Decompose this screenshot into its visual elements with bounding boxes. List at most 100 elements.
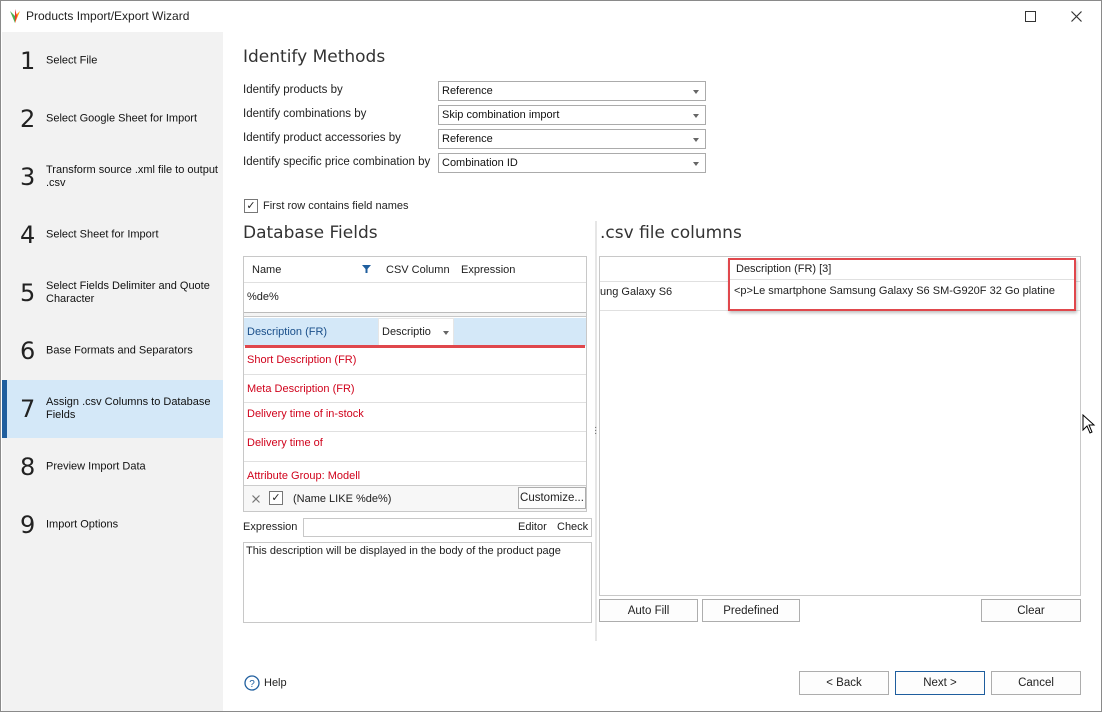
predefined-button[interactable]: Predefined [702,599,800,622]
app-logo-icon [10,9,20,23]
identify-products-value: Reference [442,85,493,97]
step-number: 8 [20,453,36,481]
step-label: Assign .csv Columns to Database Fields [46,396,211,421]
table-row[interactable]: Description (FR) Descriptio [244,318,586,346]
close-button[interactable] [1053,1,1099,32]
auto-fill-button[interactable]: Auto Fill [599,599,698,622]
dropdown-arrow-icon [693,162,699,166]
step-number: 9 [20,511,36,539]
filter-text: (Name LIKE %de%) [293,493,392,505]
database-fields-heading: Database Fields [243,223,378,243]
field-name: Meta Description (FR) [247,383,355,395]
highlighted-csv-column[interactable]: Description (FR) [3] <p>Le smartphone Sa… [728,258,1076,311]
step-label: Transform source .xml file to output .cs… [46,164,218,189]
identify-accessories-select[interactable]: Reference [438,129,706,149]
field-name: Description (FR) [247,326,328,338]
filter-value: %de% [247,291,279,303]
filter-enabled-checkbox[interactable]: ✓ [269,491,283,505]
csv-column-select[interactable]: Descriptio [378,318,454,346]
selected-row-highlight [245,345,585,348]
help-icon[interactable]: ? [244,675,260,691]
first-row-label: First row contains field names [263,200,409,212]
identify-combinations-label: Identify combinations by [243,108,367,120]
back-button[interactable]: < Back [799,671,889,695]
table-row[interactable]: Short Description (FR) [244,346,586,375]
field-description-box: This description will be displayed in th… [243,542,592,623]
clear-filter-icon[interactable] [252,495,260,503]
dropdown-arrow-icon [693,90,699,94]
window-title: Products Import/Export Wizard [26,9,190,23]
col-header-name[interactable]: Name [252,264,281,276]
step-delimiter[interactable]: 5 Select Fields Delimiter and Quote Char… [2,264,223,322]
dropdown-arrow-icon [443,331,449,335]
editor-link[interactable]: Editor [518,521,547,533]
step-number: 6 [20,337,36,365]
step-number: 4 [20,221,36,249]
title-bar: Products Import/Export Wizard [1,1,1101,32]
check-link[interactable]: Check [557,521,588,533]
filter-row[interactable]: %de% [244,283,586,313]
help-link[interactable]: Help [264,677,287,689]
filter-separator [244,313,586,317]
csv-left-cell-value: ung Galaxy S6 [600,286,673,298]
database-fields-grid: Name CSV Column Expression %de% Descript… [243,256,587,512]
identify-specific-price-value: Combination ID [442,157,518,169]
splitter-grip-icon[interactable]: · · · [594,423,597,439]
identify-accessories-value: Reference [442,133,493,145]
customize-button[interactable]: Customize... [518,487,586,509]
expression-input[interactable]: Editor Check [303,518,592,537]
maximize-button[interactable] [1007,1,1053,32]
step-number: 5 [20,279,36,307]
step-select-google-sheet[interactable]: 2 Select Google Sheet for Import [2,90,223,148]
identify-specific-price-select[interactable]: Combination ID [438,153,706,173]
identify-specific-price-label: Identify specific price combination by [243,156,431,168]
identify-products-select[interactable]: Reference [438,81,706,101]
table-row[interactable]: Meta Description (FR) [244,375,586,403]
step-number: 2 [20,105,36,133]
filter-panel: ✓ (Name LIKE %de%) Customize... [244,485,586,511]
identify-combinations-select[interactable]: Skip combination import [438,105,706,125]
wizard-window: Products Import/Export Wizard 1 Select F… [0,0,1102,712]
col-header-csv-column[interactable]: CSV Column [386,264,450,276]
csv-column-header: Description (FR) [3] [736,263,832,275]
wizard-steps-sidebar: 1 Select File 2 Select Google Sheet for … [2,32,223,711]
step-number: 3 [20,163,36,191]
step-label: Select File [46,54,98,67]
svg-text:?: ? [249,679,255,690]
csv-column-header-cell: Description (FR) [3] [730,260,1074,280]
step-select-file[interactable]: 1 Select File [2,32,223,90]
table-row[interactable]: Delivery time of in-stock [244,403,586,432]
step-import-options[interactable]: 9 Import Options [2,496,223,554]
step-label: Select Google Sheet for Import [46,112,198,125]
step-label: Select Fields Delimiter and Quote Charac… [46,280,210,305]
next-button[interactable]: Next > [895,671,985,695]
clear-button[interactable]: Clear [981,599,1081,622]
maximize-icon [1024,11,1036,22]
step-transform-xml[interactable]: 3 Transform source .xml file to output .… [2,148,223,206]
step-select-sheet[interactable]: 4 Select Sheet for Import [2,206,223,264]
filter-icon[interactable] [362,265,371,274]
step-preview[interactable]: 8 Preview Import Data [2,438,223,496]
identify-combinations-value: Skip combination import [442,109,560,121]
identify-products-label: Identify products by [243,84,343,96]
col-header-expression[interactable]: Expression [461,264,515,276]
step-base-formats[interactable]: 6 Base Formats and Separators [2,322,223,380]
first-row-checkbox[interactable]: ✓ [244,199,258,213]
step-number: 7 [20,395,36,423]
step-number: 1 [20,47,36,75]
dropdown-arrow-icon [693,114,699,118]
step-label: Select Sheet for Import [46,228,159,241]
step-assign-columns[interactable]: 7 Assign .csv Columns to Database Fields [2,380,223,438]
field-name: Delivery time of in-stock [247,408,364,420]
field-name: Short Description (FR) [247,354,357,366]
csv-column-value: Descriptio [382,326,431,338]
identify-accessories-label: Identify product accessories by [243,132,401,144]
table-row[interactable]: Delivery time of [244,432,586,462]
csv-column-value: <p>Le smartphone Samsung Galaxy S6 SM-G9… [734,285,1056,297]
table-row[interactable]: Attribute Group: Modell [244,462,586,484]
field-name: Delivery time of [247,437,323,449]
csv-columns-heading: .csv file columns [600,223,742,243]
cancel-button[interactable]: Cancel [991,671,1081,695]
grid-header: Name CSV Column Expression [244,257,586,283]
mouse-cursor-icon [1082,414,1096,434]
